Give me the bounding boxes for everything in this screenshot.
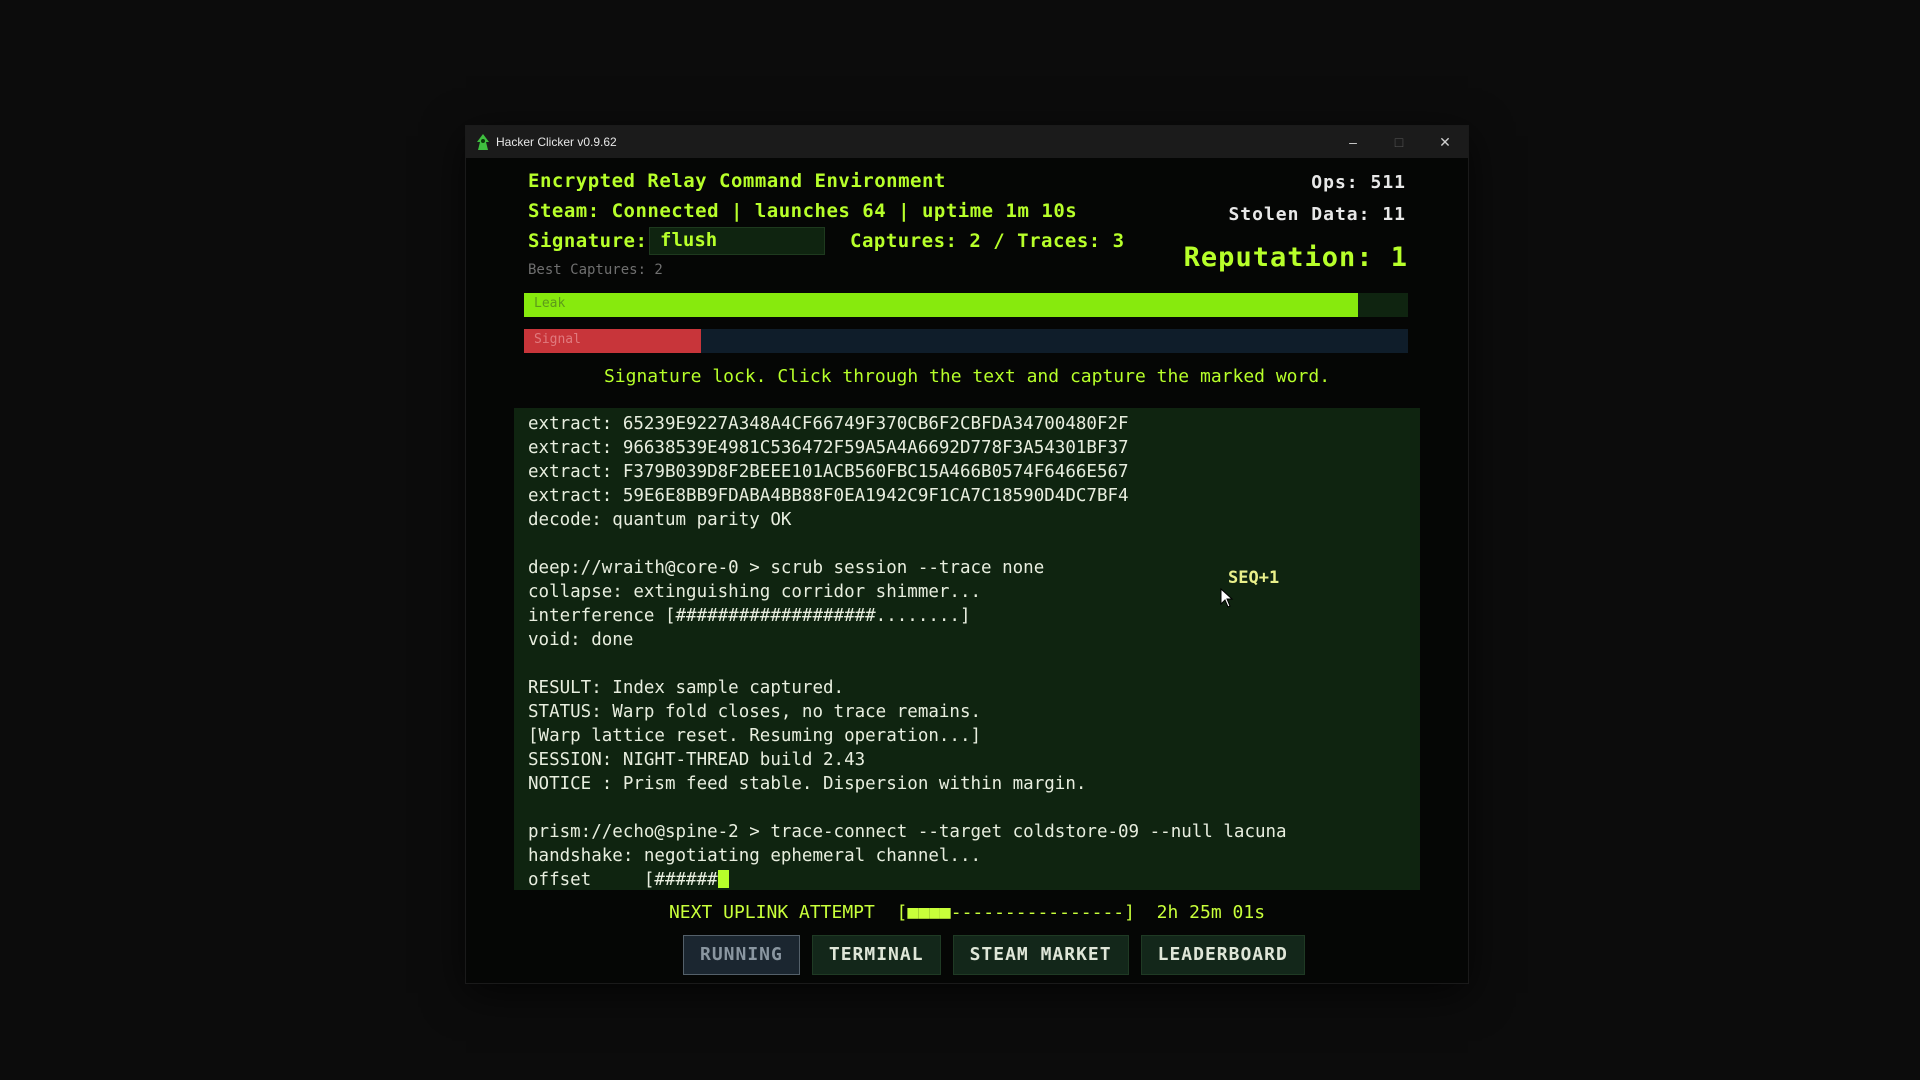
terminal-line: [Warp lattice reset. Resuming operation.…: [528, 726, 982, 746]
signature-label: Signature:: [528, 230, 648, 252]
uplink-bar-close: ]: [1124, 902, 1135, 923]
terminal-line: STATUS: Warp fold closes, no trace remai…: [528, 702, 982, 722]
tab-bar: RUNNING TERMINAL STEAM MARKET LEADERBOAR…: [683, 935, 1305, 975]
app-window: Hacker Clicker v0.9.62 – □ ✕ Encrypted R…: [466, 126, 1468, 983]
uplink-progress-blocks: ■■■■: [907, 902, 951, 923]
tab-terminal[interactable]: TERMINAL: [811, 935, 941, 975]
tab-running[interactable]: RUNNING: [683, 935, 800, 975]
uplink-countdown: 2h 25m 01s: [1156, 902, 1266, 923]
signal-bar-label: Signal: [534, 332, 581, 347]
leak-bar-fill: [524, 293, 1359, 317]
minimize-button[interactable]: –: [1330, 126, 1376, 158]
ops-counter: Ops: 511: [1311, 172, 1406, 193]
terminal-cursor: [717, 870, 729, 888]
uplink-progress-rest: ----------------: [950, 902, 1125, 923]
stolen-data-counter: Stolen Data: 11: [1228, 204, 1406, 225]
maximize-button[interactable]: □: [1376, 126, 1422, 158]
terminal-line: extract: 96638539E4981C536472F59A5A4A669…: [528, 438, 1129, 458]
terminal-line: decode: quantum parity OK: [528, 510, 792, 530]
status-line: Steam: Connected | launches 64 | uptime …: [528, 200, 1078, 222]
terminal-line: RESULT: Index sample captured.: [528, 678, 845, 698]
terminal-line: extract: F379B039D8F2BEEE101ACB560FBC15A…: [528, 462, 1129, 482]
signal-bar: Signal: [524, 329, 1408, 353]
terminal-line: handshake: negotiating ephemeral channel…: [528, 846, 982, 866]
uplink-bar-open: [: [896, 902, 908, 923]
mouse-cursor-icon: [1220, 588, 1234, 608]
terminal-line: extract: 65239E9227A348A4CF66749F370CB6F…: [528, 414, 1129, 434]
environment-title: Encrypted Relay Command Environment: [528, 170, 946, 192]
terminal-line: deep://wraith@core-0 > scrub session --t…: [528, 558, 1045, 578]
leak-bar-label: Leak: [534, 296, 566, 311]
terminal-line: NOTICE : Prism feed stable. Dispersion w…: [528, 774, 1087, 794]
window-title: Hacker Clicker v0.9.62: [496, 135, 617, 149]
terminal-line: collapse: extinguishing corridor shimmer…: [528, 582, 982, 602]
signature-field: flush: [649, 227, 825, 255]
close-button[interactable]: ✕: [1422, 126, 1468, 158]
terminal-line: extract: 59E6E8BB9FDABA4BB88F0EA1942C9F1…: [528, 486, 1129, 506]
terminal-line: SESSION: NIGHT-THREAD build 2.43: [528, 750, 866, 770]
terminal-line: interference [###################.......…: [528, 606, 971, 626]
terminal-line: offset [######: [528, 870, 729, 890]
leak-bar: Leak: [524, 293, 1408, 317]
tab-leaderboard[interactable]: LEADERBOARD: [1140, 935, 1305, 975]
terminal-line: void: done: [528, 630, 634, 650]
uplink-label: NEXT UPLINK ATTEMPT: [668, 902, 875, 923]
title-bar[interactable]: Hacker Clicker v0.9.62 – □ ✕: [466, 126, 1468, 158]
terminal-output[interactable]: SEQ+1 extract: 65239E9227A348A4CF66749F3…: [514, 408, 1420, 890]
best-captures: Best Captures: 2: [528, 262, 663, 278]
hacker-app-icon: [477, 134, 489, 150]
captures-traces: Captures: 2 / Traces: 3: [850, 230, 1125, 252]
game-content: Encrypted Relay Command Environment Stea…: [466, 158, 1468, 983]
reputation-counter: Reputation: 1: [1183, 242, 1408, 273]
terminal-line: prism://echo@spine-2 > trace-connect --t…: [528, 822, 1287, 842]
uplink-status: NEXT UPLINK ATTEMPT [■■■■---------------…: [466, 902, 1468, 923]
instruction-hint: Signature lock. Click through the text a…: [603, 366, 1331, 387]
tab-steam-market[interactable]: STEAM MARKET: [952, 935, 1129, 975]
seq-popup: SEQ+1: [1228, 568, 1280, 588]
